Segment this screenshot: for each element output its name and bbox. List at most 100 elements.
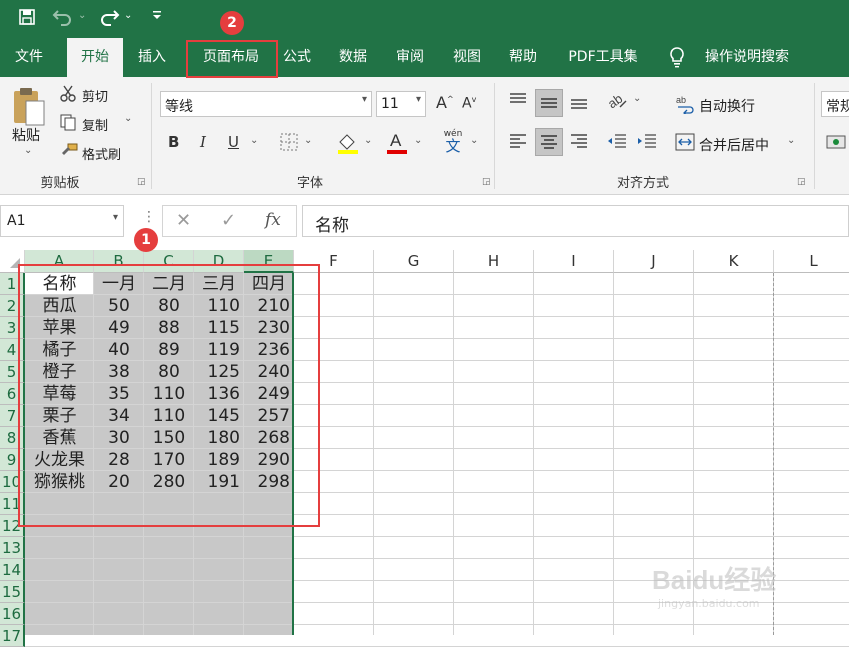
column-header-i[interactable]: I	[534, 250, 614, 273]
font-color-dropdown-icon[interactable]: ⌄	[414, 135, 422, 146]
decrease-font-size-icon[interactable]: Av	[462, 95, 476, 112]
underline-dropdown-icon[interactable]: ⌄	[250, 135, 258, 146]
redo-icon[interactable]	[98, 7, 120, 32]
copy-dropdown-icon[interactable]: ⌄	[124, 113, 132, 124]
orientation-icon[interactable]: ab	[605, 89, 628, 111]
row-header-14[interactable]: 14	[0, 559, 25, 581]
tab-view[interactable]: 视图	[444, 38, 490, 77]
undo-icon[interactable]	[52, 7, 74, 32]
phonetic-dropdown-icon[interactable]: ⌄	[470, 135, 478, 146]
underline-button[interactable]: U	[228, 133, 239, 151]
clipboard-group-label: 剪贴板	[40, 176, 80, 191]
tab-home[interactable]: 开始	[67, 38, 123, 77]
increase-font-size-icon[interactable]: A^	[436, 93, 454, 112]
phonetic-guide-icon[interactable]: wén 文	[440, 129, 466, 159]
cut-icon[interactable]	[59, 84, 77, 102]
borders-dropdown-icon[interactable]: ⌄	[304, 135, 312, 146]
svg-text:ab: ab	[676, 95, 686, 105]
align-left-icon[interactable]	[508, 131, 528, 151]
italic-button[interactable]: I	[200, 133, 206, 151]
name-box-dropdown-icon[interactable]: ▾	[113, 212, 118, 223]
copy-button[interactable]: 复制	[82, 115, 108, 134]
format-painter-icon[interactable]	[59, 142, 79, 160]
paste-icon[interactable]	[10, 85, 48, 129]
bold-button[interactable]: B	[168, 133, 179, 151]
merge-center-button[interactable]: 合并后居中	[699, 135, 769, 155]
row-header-13[interactable]: 13	[0, 537, 25, 559]
cancel-icon[interactable]: ✕	[176, 210, 191, 231]
paste-dropdown-icon[interactable]: ⌄	[24, 145, 32, 156]
redo-dropdown-icon[interactable]: ⌄	[124, 6, 132, 26]
grid-hline	[25, 536, 849, 537]
tab-insert[interactable]: 插入	[126, 38, 178, 77]
font-color-icon[interactable]: A	[386, 129, 408, 155]
align-center-button[interactable]	[535, 128, 563, 156]
currency-format-icon[interactable]	[826, 132, 846, 152]
wrap-text-icon[interactable]: ab	[676, 94, 696, 117]
save-icon[interactable]	[18, 8, 36, 31]
enter-icon[interactable]: ✓	[221, 210, 236, 231]
tab-pdf-tools[interactable]: PDF工具集	[556, 38, 650, 77]
copy-icon[interactable]	[59, 113, 77, 131]
font-size-select[interactable]: 11 ▾	[376, 91, 426, 117]
column-header-k[interactable]: K	[694, 250, 774, 273]
row-header-15[interactable]: 15	[0, 581, 25, 603]
wrap-text-button[interactable]: 自动换行	[699, 96, 755, 116]
alignment-group-label: 对齐方式	[616, 176, 669, 191]
fill-color-icon[interactable]	[336, 131, 360, 155]
lightbulb-icon	[668, 46, 686, 73]
formula-bar-grip-icon[interactable]: ⋮	[142, 209, 156, 225]
clipboard-launcher-icon[interactable]: ◲	[137, 177, 146, 187]
grid-hline	[25, 558, 849, 559]
merge-center-dropdown-icon[interactable]: ⌄	[787, 135, 795, 146]
font-name-select[interactable]: 等线 ▾	[160, 91, 372, 117]
decrease-indent-icon[interactable]	[606, 131, 628, 151]
tab-formulas[interactable]: 公式	[274, 38, 320, 77]
ribbon-home: 粘贴 ⌄ 剪切 复制 ⌄ 格式刷 剪贴板 ◲ 等线 ▾ 11 ▾ A^ Av B…	[0, 77, 849, 195]
undo-dropdown-icon[interactable]: ⌄	[78, 6, 86, 26]
name-box-value: A1	[7, 213, 26, 229]
font-name-dropdown-icon[interactable]: ▾	[362, 94, 367, 105]
increase-indent-icon[interactable]	[636, 131, 658, 151]
formula-buttons: ✕ ✓ fx	[162, 205, 297, 237]
customize-icon[interactable]	[152, 7, 162, 29]
paste-button[interactable]: 粘贴	[12, 125, 40, 145]
name-box[interactable]: A1 ▾	[0, 205, 124, 237]
watermark-brand: Baidu经验	[652, 565, 777, 595]
column-header-g[interactable]: G	[374, 250, 454, 273]
align-bottom-icon[interactable]	[569, 91, 589, 111]
svg-text:ab: ab	[606, 91, 625, 111]
annotation-box-page-layout	[186, 40, 278, 78]
font-launcher-icon[interactable]: ◲	[482, 177, 491, 187]
orientation-dropdown-icon[interactable]: ⌄	[633, 93, 641, 104]
grid-hline	[25, 624, 849, 625]
number-format-select[interactable]: 常规	[821, 91, 849, 117]
svg-text:A: A	[390, 131, 402, 150]
cut-button[interactable]: 剪切	[82, 86, 108, 105]
column-header-l[interactable]: L	[774, 250, 849, 273]
column-header-h[interactable]: H	[454, 250, 534, 273]
font-name-value: 等线	[165, 99, 193, 115]
align-top-icon[interactable]	[508, 91, 528, 109]
font-size-value: 11	[381, 96, 399, 112]
align-middle-button[interactable]	[535, 89, 563, 117]
row-header-17[interactable]: 17	[0, 625, 25, 647]
align-right-icon[interactable]	[569, 131, 589, 151]
tab-help[interactable]: 帮助	[500, 38, 546, 77]
insert-function-button[interactable]: fx	[265, 210, 281, 230]
fill-color-dropdown-icon[interactable]: ⌄	[364, 135, 372, 146]
formula-input[interactable]: 名称	[302, 205, 849, 237]
borders-icon[interactable]	[280, 133, 298, 151]
tab-data[interactable]: 数据	[330, 38, 376, 77]
tab-file[interactable]: 文件	[0, 38, 58, 77]
alignment-launcher-icon[interactable]: ◲	[797, 177, 806, 187]
merge-center-icon[interactable]	[675, 133, 695, 151]
row-header-16[interactable]: 16	[0, 603, 25, 625]
font-group-label: 字体	[296, 176, 323, 191]
column-header-j[interactable]: J	[614, 250, 694, 273]
formula-content: 名称	[315, 216, 349, 236]
font-size-dropdown-icon[interactable]: ▾	[416, 94, 421, 105]
tab-review[interactable]: 审阅	[387, 38, 433, 77]
tell-me-search[interactable]: 操作说明搜索	[697, 38, 797, 77]
format-painter-button[interactable]: 格式刷	[82, 144, 121, 163]
